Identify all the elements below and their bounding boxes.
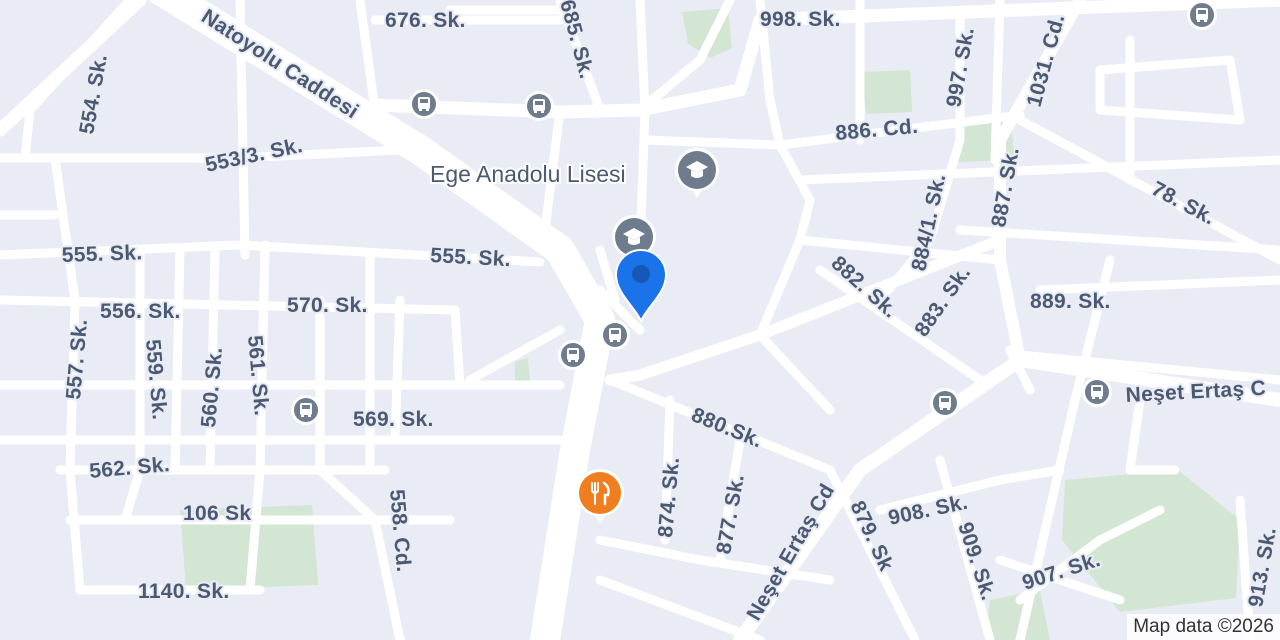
bus-icon[interactable]: [409, 89, 439, 119]
bus-icon[interactable]: [1187, 0, 1217, 30]
map-view[interactable]: 676. Sk. 685. Sk. 998. Sk. 997. Sk. 1031…: [0, 0, 1280, 640]
street-label: 555. Sk.: [430, 244, 512, 271]
park-area: [862, 70, 912, 114]
map-canvas[interactable]: 676. Sk. 685. Sk. 998. Sk. 997. Sk. 1031…: [0, 0, 1280, 640]
street-label: 569. Sk.: [353, 408, 434, 431]
street-label: 1140. Sk.: [138, 580, 229, 603]
bus-icon[interactable]: [524, 91, 554, 121]
street-label: 676. Sk.: [385, 9, 466, 32]
street-label: 106 Sk: [183, 502, 251, 525]
street-label: 555. Sk.: [61, 241, 142, 267]
street-label: 570. Sk.: [287, 294, 368, 317]
map-attribution[interactable]: Map data ©2026: [1127, 614, 1280, 640]
school-name[interactable]: Ege Anadolu Lisesi: [428, 159, 628, 189]
bus-icon[interactable]: [930, 388, 960, 418]
bus-icon[interactable]: [600, 320, 630, 350]
street-label: 556. Sk.: [100, 300, 181, 323]
street-label: 998. Sk.: [760, 8, 841, 31]
street-label: 889. Sk.: [1030, 290, 1111, 313]
bus-icon[interactable]: [1082, 377, 1112, 407]
bus-icon[interactable]: [558, 340, 588, 370]
bus-icon[interactable]: [291, 395, 321, 425]
